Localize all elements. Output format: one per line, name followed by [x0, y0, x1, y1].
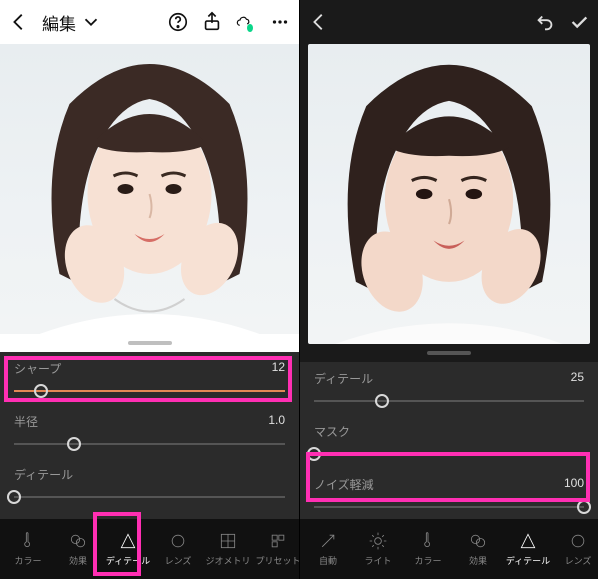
thermometer-icon — [18, 531, 38, 551]
tab-presets[interactable]: プリセット — [254, 519, 299, 579]
tab-label: 効果 — [469, 554, 487, 567]
tab-label: 効果 — [69, 554, 87, 567]
tab-detail[interactable]: ディテール — [504, 519, 552, 579]
lens-icon — [568, 531, 588, 551]
slider-radius[interactable]: 半径 1.0 — [14, 413, 285, 452]
help-icon[interactable] — [167, 11, 189, 33]
slider-mask[interactable]: マスク — [314, 423, 584, 462]
tab-label: ジオメトリ — [205, 554, 250, 567]
undo-icon[interactable] — [534, 11, 556, 33]
tab-effects[interactable]: 効果 — [54, 519, 102, 579]
right-screenshot: ディテール 25 マスク ノイズ軽減 100 ディテール 50 — [299, 0, 598, 579]
back-icon[interactable] — [8, 11, 30, 33]
slider-label: 半径 — [14, 413, 38, 430]
bottom-bar-left: カラー 効果 ディテール レンズ ジオメトリ プリセット 前の — [0, 519, 299, 579]
preset-icon — [268, 531, 288, 551]
header-title: 編集 — [42, 10, 76, 35]
back-icon[interactable] — [308, 11, 330, 33]
tab-label: ディテール — [106, 554, 150, 567]
slider-sharpen[interactable]: シャープ 12 — [14, 360, 285, 399]
tab-label: ディテール — [506, 554, 550, 567]
slider-value: 25 — [571, 370, 584, 387]
tab-label: レンズ — [165, 554, 192, 567]
slider-value: 1.0 — [268, 413, 285, 430]
panel-grabber[interactable] — [0, 334, 299, 352]
tab-label: カラー — [14, 554, 41, 567]
tab-effects[interactable]: 効果 — [454, 519, 502, 579]
tab-lens[interactable]: レンズ — [154, 519, 202, 579]
detail-panel-left: シャープ 12 半径 1.0 ディテール マスク — [0, 352, 299, 519]
sun-icon — [368, 531, 388, 551]
photo-area — [300, 44, 598, 362]
wand-icon — [318, 531, 338, 551]
photo-area — [0, 44, 299, 352]
slider-detail[interactable]: ディテール — [14, 466, 285, 505]
tab-lens[interactable]: レンズ — [554, 519, 598, 579]
tab-geometry[interactable]: ジオメトリ — [204, 519, 252, 579]
grid-icon — [218, 531, 238, 551]
portrait-photo[interactable] — [0, 44, 299, 334]
effects-icon — [68, 531, 88, 551]
tab-auto[interactable]: 自動 — [304, 519, 352, 579]
slider-label: ノイズ軽減 — [314, 476, 374, 493]
slider-value: 100 — [564, 476, 584, 493]
slider-label: シャープ — [14, 360, 61, 377]
left-screenshot: 編集 — [0, 0, 299, 579]
tab-label: レンズ — [565, 554, 592, 567]
triangle-icon — [518, 531, 538, 551]
slider-label: ディテール — [314, 370, 373, 387]
tab-color[interactable]: カラー — [4, 519, 52, 579]
bottom-bar-right: 自動 ライト カラー 効果 ディテール レンズ ジ — [300, 519, 598, 579]
share-icon[interactable] — [201, 11, 223, 33]
portrait-photo[interactable] — [308, 44, 590, 344]
thermometer-icon — [418, 531, 438, 551]
slider-label: ディテール — [14, 466, 73, 483]
tab-light[interactable]: ライト — [354, 519, 402, 579]
detail-panel-right: ディテール 25 マスク ノイズ軽減 100 ディテール 50 — [300, 362, 598, 519]
slider-label: マスク — [314, 423, 350, 440]
confirm-icon[interactable] — [568, 11, 590, 33]
chevron-down-icon[interactable] — [80, 11, 102, 33]
more-icon[interactable] — [269, 11, 291, 33]
header-right — [300, 0, 598, 44]
effects-icon — [468, 531, 488, 551]
lens-icon — [168, 531, 188, 551]
tab-detail[interactable]: ディテール — [104, 519, 152, 579]
tab-label: カラー — [414, 554, 441, 567]
slider-detail[interactable]: ディテール 25 — [314, 370, 584, 409]
tab-color[interactable]: カラー — [404, 519, 452, 579]
cloud-icon[interactable] — [235, 11, 257, 33]
slider-noise-reduction[interactable]: ノイズ軽減 100 — [314, 476, 584, 515]
header-left: 編集 — [0, 0, 299, 44]
tab-label: プリセット — [255, 554, 299, 567]
panel-grabber[interactable] — [308, 344, 590, 362]
tab-label: 自動 — [319, 554, 337, 567]
tab-label: ライト — [364, 554, 391, 567]
triangle-icon — [118, 531, 138, 551]
slider-value: 12 — [272, 360, 285, 377]
